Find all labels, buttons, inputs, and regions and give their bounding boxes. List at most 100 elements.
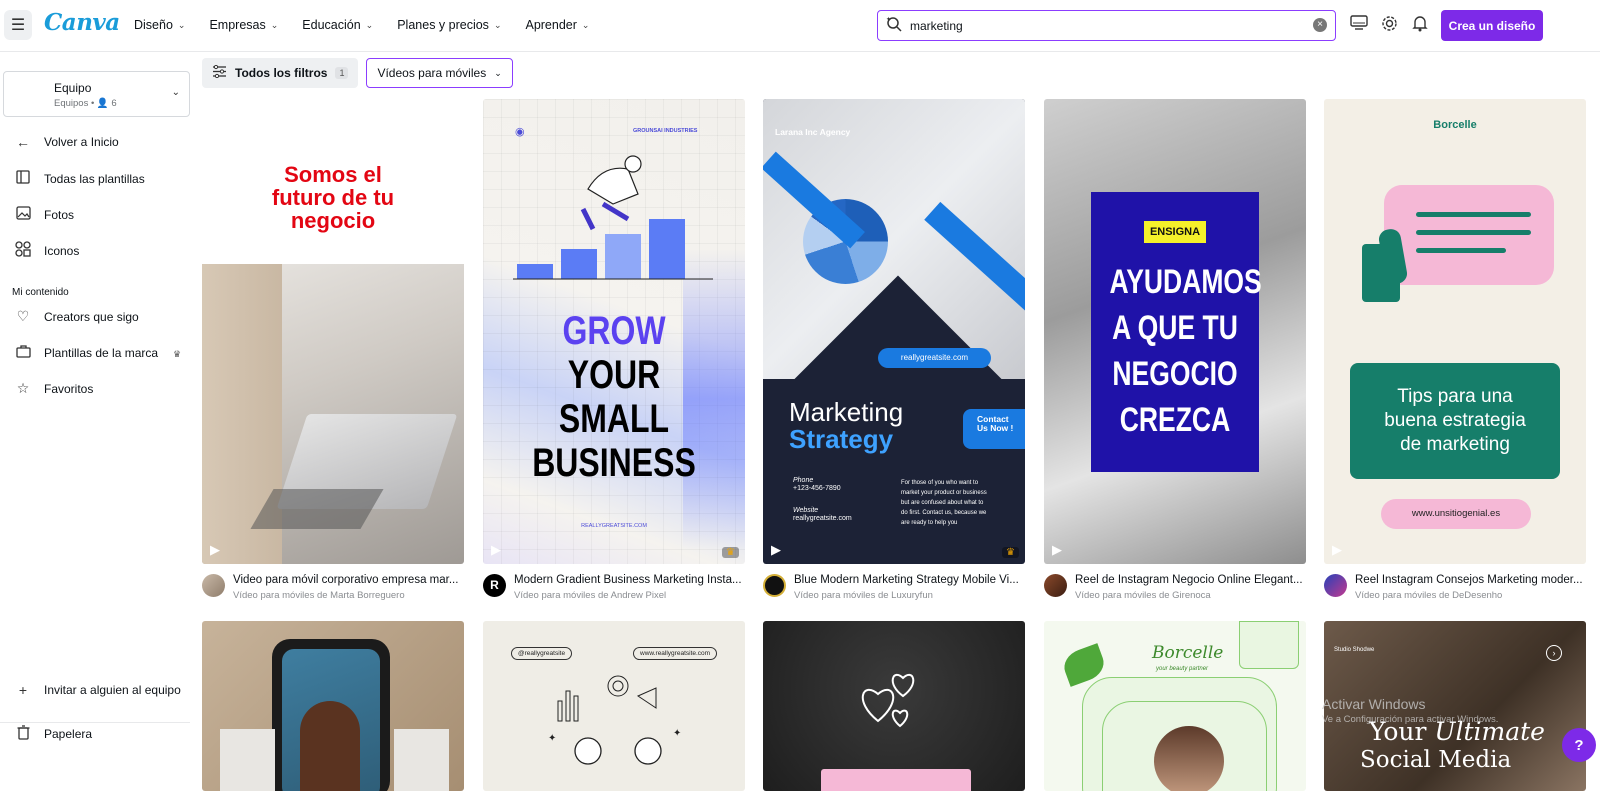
- sidebar-item-favorites[interactable]: ☆ Favoritos: [14, 380, 94, 397]
- template-thumbnail[interactable]: Borcelle Tips para una buena estrategia …: [1324, 99, 1586, 564]
- card-title[interactable]: Reel de Instagram Negocio Online Elegant…: [1075, 574, 1305, 586]
- canva-logo[interactable]: Canva: [44, 9, 120, 36]
- star-icon: ☆: [16, 380, 30, 396]
- template-thumbnail[interactable]: @reallygreatsite www.reallygreatsite.com…: [483, 621, 745, 791]
- nav-planes[interactable]: Planes y precios ⌄: [397, 18, 501, 32]
- crown-icon: ♛: [722, 547, 739, 558]
- sidebar-item-home[interactable]: ← Volver a Inicio: [14, 134, 119, 150]
- search-input[interactable]: [910, 18, 1290, 33]
- windows-watermark: Activar Windows: [1322, 696, 1426, 712]
- card-author[interactable]: Vídeo para móviles de Luxuryfun: [794, 590, 1024, 601]
- template-card[interactable]: Somos el futuro de tu negocio ▶ Video pa…: [202, 99, 464, 604]
- help-button[interactable]: ?: [1562, 728, 1596, 762]
- chevron-down-icon: ⌄: [365, 19, 374, 30]
- sidebar-invite[interactable]: + Invitar a alguien al equipo: [14, 682, 181, 698]
- main-nav: Diseño ⌄ Empresas ⌄ Educación ⌄ Planes y pr…: [134, 0, 613, 50]
- sidebar-item-photos[interactable]: Fotos: [14, 206, 74, 223]
- gear-icon[interactable]: [1381, 15, 1398, 37]
- card-meta: R Modern Gradient Business Marketing Ins…: [483, 564, 745, 604]
- sliders-icon: [212, 64, 227, 81]
- nav-empresas[interactable]: Empresas ⌄: [209, 18, 278, 32]
- card-title[interactable]: Blue Modern Marketing Strategy Mobile Vi…: [794, 574, 1024, 586]
- laptop-photo: [202, 264, 464, 564]
- magic-search-icon: ✦: [886, 16, 902, 35]
- briefcase-icon: [14, 344, 32, 361]
- trash-icon: [14, 725, 32, 743]
- svg-text:✦: ✦: [548, 733, 556, 744]
- shapes-icon: [14, 241, 32, 260]
- card-author[interactable]: Vídeo para móviles de Marta Borreguero: [233, 590, 463, 601]
- sidebar-trash[interactable]: Papelera: [14, 725, 92, 743]
- monitor-icon[interactable]: [1350, 15, 1368, 36]
- nav-educacion[interactable]: Educación ⌄: [302, 18, 373, 32]
- search-bar[interactable]: ✦ ×: [877, 10, 1336, 41]
- template-card[interactable]: @reallygreatsite www.reallygreatsite.com…: [483, 621, 745, 791]
- bell-icon[interactable]: [1412, 15, 1428, 37]
- sidebar-item-icons[interactable]: Iconos: [14, 241, 79, 260]
- card-author[interactable]: Vídeo para móviles de Girenoca: [1075, 590, 1305, 601]
- sidebar: Equipo Equipos • 👤 6 ⌄ ← Volver a Inicio …: [0, 52, 190, 770]
- avatar[interactable]: [202, 574, 225, 597]
- heart-hands-icon: ♡: [16, 308, 30, 324]
- arrow-right-icon: ›: [1546, 645, 1562, 661]
- card-title[interactable]: Modern Gradient Business Marketing Insta…: [514, 574, 744, 586]
- sidebar-item-creators[interactable]: ♡ Creators que sigo: [14, 308, 139, 325]
- team-switcher[interactable]: Equipo Equipos • 👤 6 ⌄: [3, 71, 190, 117]
- hamburger-menu-icon[interactable]: ☰: [4, 10, 32, 40]
- all-filters-button[interactable]: Todos los filtros 1: [202, 58, 359, 88]
- template-card[interactable]: Borcelle your beauty partner: [1044, 621, 1306, 791]
- card-title[interactable]: Video para móvil corporativo empresa mar…: [233, 574, 463, 586]
- nav-aprender[interactable]: Aprender ⌄: [525, 18, 589, 32]
- play-icon: ▶: [491, 542, 501, 557]
- top-bar: ☰ Canva Diseño ⌄ Empresas ⌄ Educación ⌄ Pla…: [0, 0, 1600, 52]
- play-icon: ▶: [1052, 542, 1062, 557]
- thumb-headline: Tips para una buena estrategia de market…: [1350, 363, 1560, 479]
- chevron-down-icon: ⌄: [494, 67, 502, 78]
- play-icon: ▶: [1332, 542, 1342, 557]
- filter-count-badge: 1: [335, 67, 349, 79]
- template-icon: [14, 170, 32, 187]
- team-name: Equipo: [54, 81, 92, 95]
- sidebar-heading-my-content: Mi contenido: [12, 287, 69, 298]
- nav-diseno[interactable]: Diseño ⌄: [134, 18, 185, 32]
- template-thumbnail[interactable]: Borcelle your beauty partner: [1044, 621, 1306, 791]
- template-card[interactable]: ◉ GROUNSAI INDUSTRIES GROW YOUR SMALL BU…: [483, 99, 745, 604]
- template-card[interactable]: Larana Inc Agency reallygreatsite.com Ma…: [763, 99, 1025, 604]
- avatar[interactable]: R: [483, 574, 506, 597]
- chevron-down-icon: ⌄: [270, 19, 279, 30]
- plus-icon: +: [18, 682, 28, 698]
- marketing-illustration: ✦ ✦: [548, 675, 681, 765]
- thumb-headline: GROW YOUR SMALL BUSINESS: [532, 309, 696, 485]
- windows-watermark-sub: Ve a Configuración para activar Windows.: [1322, 714, 1499, 725]
- template-card[interactable]: ENSIGNA AYUDAMOS A QUE TU NEGOCIO CREZCA…: [1044, 99, 1306, 604]
- template-thumbnail[interactable]: Somos el futuro de tu negocio ▶: [202, 99, 464, 564]
- template-card[interactable]: [202, 621, 464, 791]
- chevron-down-icon: ⌄: [493, 19, 502, 30]
- avatar[interactable]: [1044, 574, 1067, 597]
- card-meta: Video para móvil corporativo empresa mar…: [202, 564, 464, 604]
- template-thumbnail[interactable]: Larana Inc Agency reallygreatsite.com Ma…: [763, 99, 1025, 564]
- template-card[interactable]: Borcelle Tips para una buena estrategia …: [1324, 99, 1586, 604]
- template-card[interactable]: [763, 621, 1025, 791]
- card-author[interactable]: Vídeo para móviles de DeDesenho: [1355, 590, 1585, 601]
- brand-logo-icon: ◉: [515, 126, 525, 138]
- card-title[interactable]: Reel Instagram Consejos Marketing moder.…: [1355, 574, 1585, 586]
- scrollbar[interactable]: [1590, 57, 1598, 757]
- template-thumbnail[interactable]: [763, 621, 1025, 791]
- sidebar-item-templates[interactable]: Todas las plantillas: [14, 170, 145, 187]
- sidebar-item-brand-templates[interactable]: Plantillas de la marca: [14, 344, 158, 361]
- template-thumbnail[interactable]: [202, 621, 464, 791]
- template-thumbnail[interactable]: ENSIGNA AYUDAMOS A QUE TU NEGOCIO CREZCA…: [1044, 99, 1306, 564]
- create-design-button[interactable]: Crea un diseño: [1441, 10, 1543, 41]
- card-author[interactable]: Vídeo para móviles de Andrew Pixel: [514, 590, 744, 601]
- chevron-down-icon: ⌄: [171, 87, 180, 98]
- photo-icon: [14, 206, 32, 223]
- template-thumbnail[interactable]: ◉ GROUNSAI INDUSTRIES GROW YOUR SMALL BU…: [483, 99, 745, 564]
- clear-search-icon[interactable]: ×: [1313, 18, 1327, 32]
- arrow-left-icon: ←: [16, 134, 30, 150]
- avatar[interactable]: [763, 574, 786, 597]
- avatar[interactable]: [1324, 574, 1347, 597]
- type-filter-dropdown[interactable]: Vídeos para móviles ⌄: [366, 58, 513, 88]
- hearts-icon: [861, 673, 915, 728]
- divider: [0, 722, 190, 723]
